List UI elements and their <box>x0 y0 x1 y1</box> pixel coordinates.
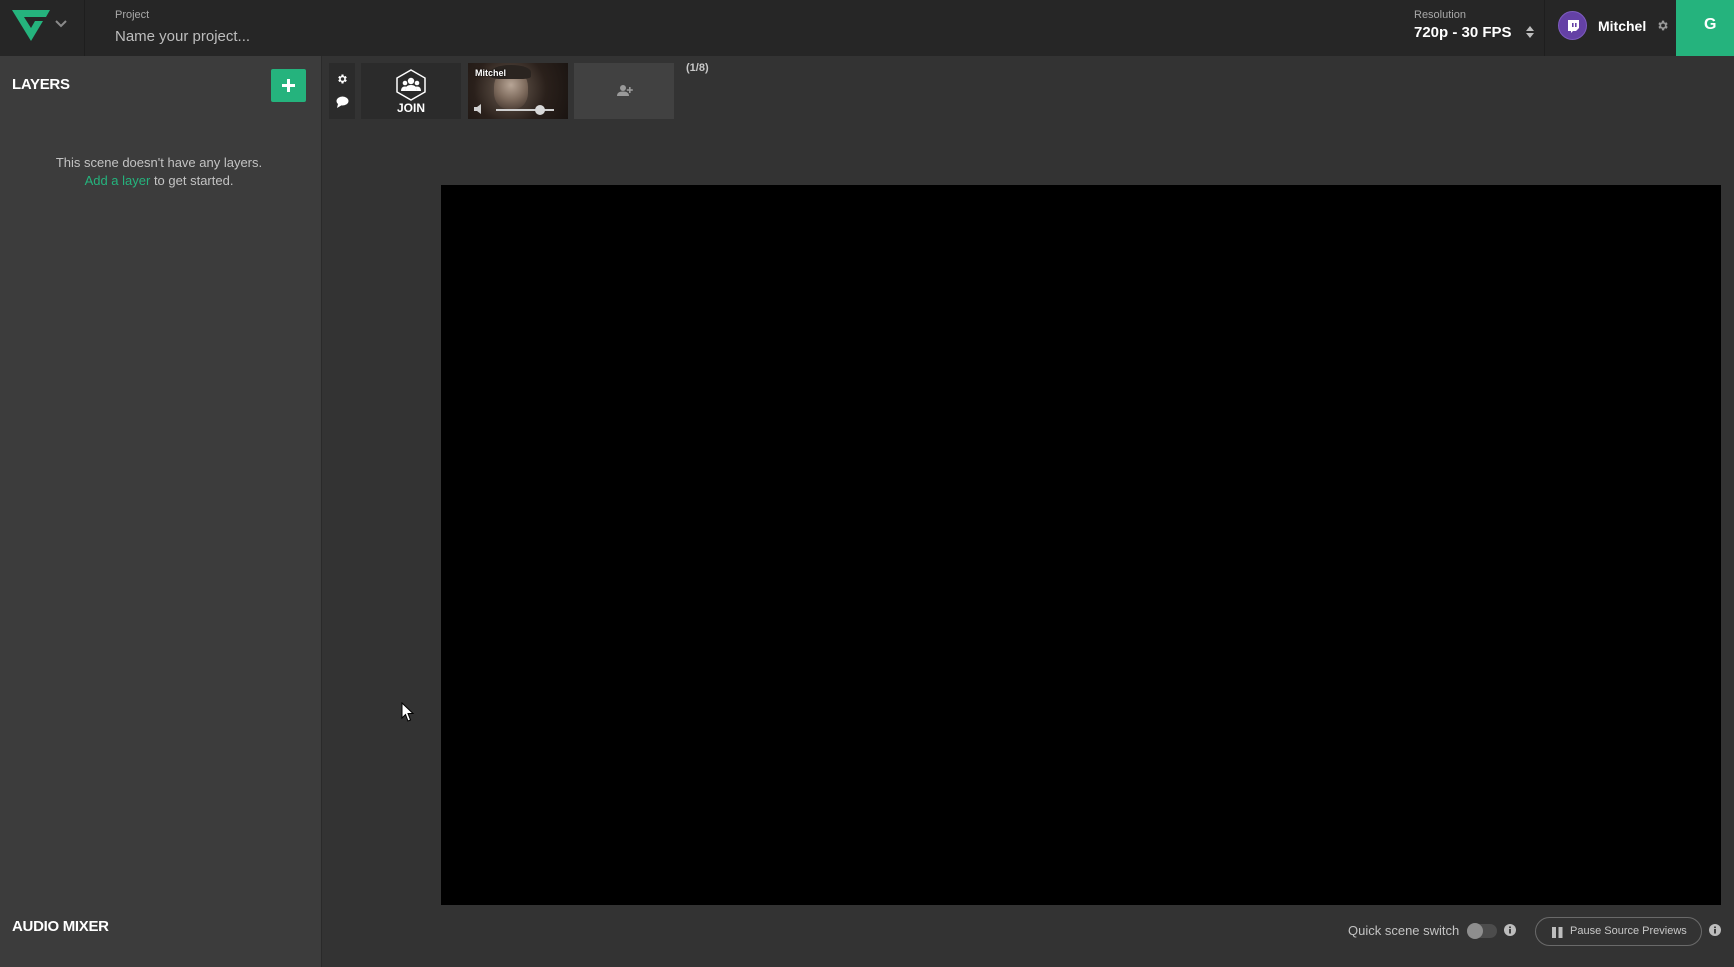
go-live-button[interactable]: G <box>1676 0 1734 56</box>
add-layer-button[interactable] <box>271 69 306 102</box>
twitch-icon <box>1568 20 1579 33</box>
join-guest-tile[interactable]: JOIN <box>361 63 461 119</box>
audio-mixer-title: AUDIO MIXER <box>12 918 109 935</box>
scene-canvas[interactable] <box>441 185 1721 905</box>
info-icon[interactable] <box>1504 924 1516 936</box>
project-name-input[interactable] <box>115 24 495 48</box>
top-bar: Project Resolution 720p - 30 FPS Mitchel <box>0 0 1734 56</box>
sidebar: LAYERS This scene doesn't have any layer… <box>0 56 322 967</box>
header-divider <box>1544 0 1545 56</box>
guest-tools <box>329 63 355 119</box>
guest-camera-tile[interactable]: Mitchel <box>468 63 568 119</box>
account-name: Mitchel <box>1598 18 1647 34</box>
empty-layers-suffix: to get started. <box>150 173 234 188</box>
empty-layers-line2: Add a layer to get started. <box>0 172 318 190</box>
account-menu[interactable]: Mitchel <box>1558 11 1668 41</box>
resolution-selector[interactable]: Resolution 720p - 30 FPS <box>1414 0 1539 56</box>
plus-icon <box>282 79 295 92</box>
sort-arrows-icon <box>1526 26 1534 38</box>
invite-guest-tile[interactable] <box>574 63 674 119</box>
add-user-icon <box>617 85 633 96</box>
join-label: JOIN <box>396 101 425 115</box>
quick-scene-switch-label: Quick scene switch <box>1348 923 1460 938</box>
chevron-down-icon <box>55 20 67 28</box>
gear-icon[interactable] <box>336 73 348 85</box>
project-label: Project <box>115 9 150 21</box>
resolution-label: Resolution <box>1414 9 1466 21</box>
add-layer-link[interactable]: Add a layer <box>85 173 151 188</box>
mouse-cursor-icon <box>401 702 415 722</box>
resolution-value: 720p - 30 FPS <box>1414 24 1512 41</box>
volume-slider-track[interactable] <box>496 109 554 111</box>
speaker-mute-icon[interactable] <box>474 103 486 115</box>
guest-name: Mitchel <box>475 68 507 78</box>
volume-slider-handle[interactable] <box>534 105 545 115</box>
pause-source-previews-label: Pause Source Previews <box>1570 925 1687 937</box>
go-live-label: G <box>1704 16 1717 33</box>
studio-logo-icon <box>12 10 50 41</box>
pause-icon <box>1552 927 1563 938</box>
group-users-icon <box>396 69 426 101</box>
empty-layers-line1: This scene doesn't have any layers. <box>55 155 263 170</box>
chat-bubble-icon[interactable] <box>336 96 349 108</box>
app-window: Project Resolution 720p - 30 FPS Mitchel <box>0 0 1734 967</box>
twitch-avatar <box>1558 11 1587 40</box>
guest-count: (1/8) <box>686 62 709 74</box>
gear-icon[interactable] <box>1656 19 1669 32</box>
empty-layers-message: This scene doesn't have any layers. Add … <box>0 154 318 190</box>
quick-scene-switch-toggle[interactable] <box>1467 923 1497 939</box>
layers-title: LAYERS <box>12 76 70 93</box>
app-menu-button[interactable] <box>0 0 85 56</box>
info-icon[interactable] <box>1709 924 1721 936</box>
toggle-knob <box>1467 923 1483 939</box>
pause-source-previews-button[interactable]: Pause Source Previews <box>1535 917 1702 946</box>
